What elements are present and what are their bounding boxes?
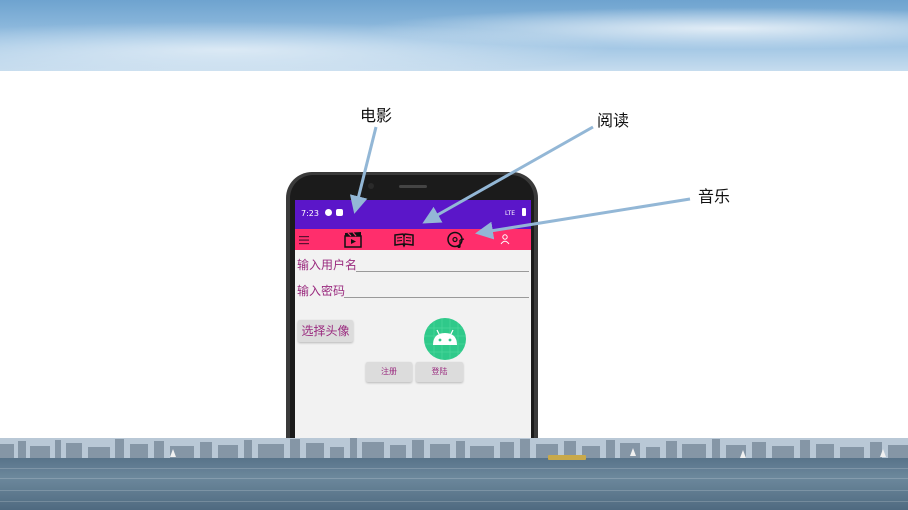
username-field[interactable]: [356, 271, 529, 272]
sky-background: [0, 0, 908, 71]
username-row: 输入用户名: [295, 255, 531, 277]
city-skyline: [0, 438, 908, 458]
password-row: 输入密码: [295, 281, 531, 303]
book-icon[interactable]: [394, 231, 414, 248]
battery-icon: [522, 208, 526, 216]
password-label: 输入密码: [297, 284, 346, 298]
music-disc-icon[interactable]: [446, 231, 466, 248]
movie-clapper-icon[interactable]: [343, 231, 363, 248]
network-label: LTE: [505, 210, 515, 217]
status-time: 7:23: [301, 209, 319, 218]
register-button[interactable]: 注册: [366, 362, 412, 382]
android-icon: [424, 318, 466, 360]
label-movie: 电影: [360, 106, 393, 125]
username-label: 输入用户名: [297, 258, 358, 272]
label-music: 音乐: [698, 187, 731, 206]
app-toolbar: [295, 229, 531, 250]
phone-screen: 7:23 LTE 输入用户名 输入密码 选择头像 注册 登陆: [295, 200, 531, 438]
status-bar: 7:23 LTE: [295, 200, 531, 229]
avatar: [424, 318, 466, 360]
ferry-boat: [548, 455, 586, 460]
sim-icon: [336, 209, 343, 216]
label-reading: 阅读: [597, 111, 630, 130]
person-icon[interactable]: [498, 231, 512, 248]
notification-icon: [325, 209, 332, 216]
choose-avatar-button[interactable]: 选择头像: [298, 320, 353, 342]
harbor-background: [0, 438, 908, 510]
login-button[interactable]: 登陆: [416, 362, 463, 382]
menu-icon[interactable]: [297, 231, 311, 248]
password-field[interactable]: [344, 297, 529, 298]
